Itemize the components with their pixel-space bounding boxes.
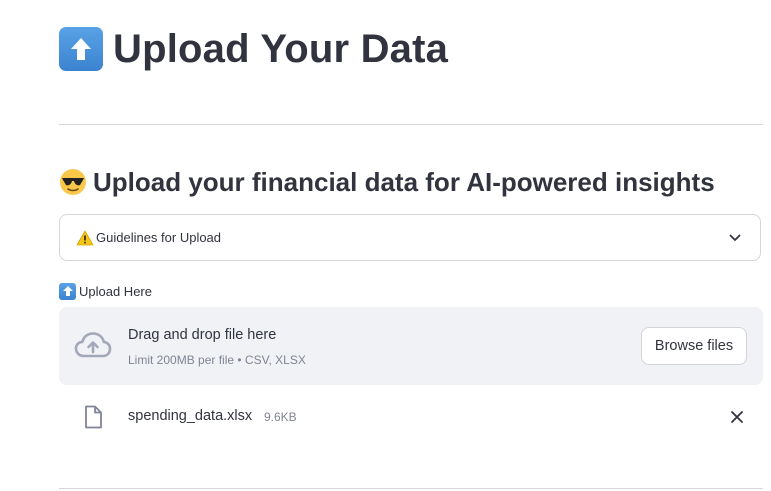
- uploaded-file-size: 9.6KB: [264, 410, 297, 424]
- expander-label: Guidelines for Upload: [96, 230, 222, 245]
- browse-files-button[interactable]: Browse files: [641, 327, 747, 365]
- up-arrow-emoji-icon: [59, 27, 103, 71]
- remove-file-button[interactable]: [727, 407, 747, 427]
- section-heading-text: Upload your financial data for AI-powere…: [93, 166, 715, 197]
- sunglasses-emoji-icon: [60, 169, 86, 195]
- guidelines-expander[interactable]: Guidelines for Upload: [59, 214, 761, 261]
- divider-bottom: [59, 488, 763, 489]
- dropzone-instructions: Drag and drop file here: [128, 327, 277, 343]
- page: Upload Your Data Upload your financial d…: [0, 0, 771, 491]
- file-dropzone[interactable]: Drag and drop file here Limit 200MB per …: [59, 307, 763, 385]
- page-title-text: Upload Your Data: [113, 26, 449, 71]
- uploaded-file-name: spending_data.xlsx: [128, 408, 253, 424]
- uploader-label-text: Upload Here: [79, 283, 152, 299]
- chevron-down-icon[interactable]: [728, 231, 742, 245]
- file-icon: [85, 405, 102, 429]
- page-title: Upload Your Data: [59, 24, 448, 74]
- expander-header: Guidelines for Upload: [76, 230, 221, 246]
- up-arrow-emoji-icon: [59, 282, 76, 300]
- dropzone-limit: Limit 200MB per file • CSV, XLSX: [128, 353, 306, 367]
- divider-top: [59, 124, 763, 125]
- section-heading: Upload your financial data for AI-powere…: [59, 164, 715, 200]
- cloud-upload-icon: [74, 332, 112, 358]
- uploader-label: Upload Here: [59, 282, 152, 300]
- warning-emoji-icon: [76, 230, 94, 245]
- uploaded-file-row: spending_data.xlsx 9.6KB: [59, 400, 763, 434]
- close-icon[interactable]: [730, 410, 744, 424]
